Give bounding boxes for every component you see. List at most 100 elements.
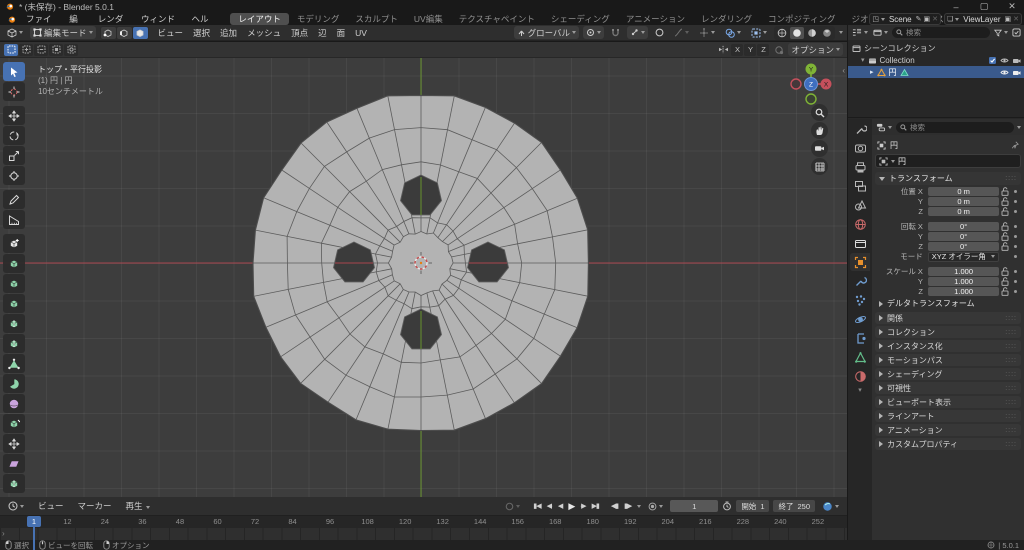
animate-dot-icon[interactable] <box>1011 225 1020 228</box>
tool-add-cube[interactable] <box>3 234 25 253</box>
tool-transform[interactable] <box>3 166 25 185</box>
tool-cursor-3d[interactable] <box>3 82 25 101</box>
panel-アニメーション[interactable]: アニメーション:::: <box>875 424 1021 436</box>
proportional-falloff-dropdown[interactable] <box>671 26 692 39</box>
app-menu-ヘルプ[interactable]: ヘルプ <box>184 13 220 25</box>
scene-selector[interactable]: ◳ Scene ✎ ▣ ✕ <box>869 13 941 25</box>
lock-open-icon[interactable] <box>999 207 1010 216</box>
delta-transform-panel-header[interactable]: デルタトランスフォーム <box>875 297 1021 310</box>
transform-orientation-dropdown[interactable]: グローバル <box>514 26 579 39</box>
panel-grip-icon[interactable]: :::: <box>1005 329 1017 336</box>
app-menu-ウィンドウ[interactable]: ウィンドウ <box>134 13 184 25</box>
mirror-y-toggle[interactable]: Y <box>744 44 756 56</box>
viewport-menu-メッシュ[interactable]: メッシュ <box>242 27 286 39</box>
tool-bevel[interactable] <box>3 294 25 313</box>
minimize-button[interactable]: – <box>950 2 962 12</box>
properties-tab-render[interactable] <box>850 139 870 157</box>
rotation-mode-dropdown[interactable]: XYZ オイラー角 <box>928 252 1000 262</box>
panel-モーションパス[interactable]: モーションパス:::: <box>875 354 1021 366</box>
select-op-set[interactable] <box>4 44 18 56</box>
workspace-tab-レンダリング[interactable]: レンダリング <box>693 13 760 25</box>
workspace-tab-テクスチャペイント[interactable]: テクスチャペイント <box>451 13 543 25</box>
panel-ラインアート[interactable]: ラインアート:::: <box>875 410 1021 422</box>
properties-tab-output[interactable] <box>850 158 870 176</box>
panel-grip-icon[interactable]: :::: <box>1005 399 1017 406</box>
frame-end-field[interactable]: 終了250 <box>773 500 815 512</box>
panel-grip-icon[interactable]: :::: <box>1005 315 1017 322</box>
timeline-editor-type-button[interactable] <box>5 500 27 513</box>
auto-keyframe-toggle[interactable] <box>645 500 666 513</box>
next-keyframe-button[interactable]: ∙▶ <box>578 502 587 510</box>
workspace-tab-UV編集[interactable]: UV編集 <box>406 13 451 25</box>
new-viewlayer-icon[interactable]: ▣ <box>1005 15 1012 23</box>
remove-viewlayer-icon[interactable]: ✕ <box>1013 15 1019 23</box>
playhead[interactable]: 1 <box>27 516 41 527</box>
timeline-ruler[interactable]: 1224364860728496108120132144156168180192… <box>0 515 847 528</box>
workspace-tab-アニメーション[interactable]: アニメーション <box>618 13 693 25</box>
mirror-z-toggle[interactable]: Z <box>757 44 769 56</box>
workspace-tab-コンポジティング[interactable]: コンポジティング <box>760 13 844 25</box>
viewport-menu-面[interactable]: 面 <box>332 27 351 39</box>
eye-icon[interactable] <box>1000 56 1009 65</box>
properties-tab-scene[interactable] <box>850 196 870 214</box>
animate-dot-icon[interactable] <box>1011 210 1020 213</box>
outliner-row-シーンコレクション[interactable]: シーンコレクション <box>848 42 1024 54</box>
timeline-track[interactable]: › <box>0 528 847 540</box>
panel-ビューポート表示[interactable]: ビューポート表示:::: <box>875 396 1021 408</box>
tool-rotate[interactable] <box>3 126 25 145</box>
shading-solid-button[interactable] <box>790 27 804 39</box>
properties-tab-world[interactable] <box>850 215 870 233</box>
mirror-x-toggle[interactable]: X <box>731 44 743 56</box>
panel-grip-icon[interactable]: :::: <box>1005 427 1017 434</box>
orthographic-toggle-button[interactable] <box>811 158 828 175</box>
properties-options-dropdown[interactable] <box>1017 126 1021 129</box>
value-field[interactable]: 0 m <box>928 197 999 206</box>
shading-wireframe-button[interactable] <box>775 27 789 39</box>
viewlayer-selector[interactable]: ❏ ViewLayer ▣ ✕ <box>944 13 1022 25</box>
panel-カスタムプロパティ[interactable]: カスタムプロパティ:::: <box>875 438 1021 450</box>
unlink-scene-icon[interactable]: ✕ <box>932 15 938 23</box>
current-frame-field[interactable]: 1 <box>670 500 718 512</box>
panel-関係[interactable]: 関係:::: <box>875 312 1021 324</box>
object-name-field[interactable]: 円 <box>875 154 1021 168</box>
timeline-menu-ビュー[interactable]: ビュー <box>31 500 71 512</box>
value-field[interactable]: 0° <box>928 242 999 251</box>
outliner-row-円[interactable]: ▸円 <box>848 66 1024 78</box>
panel-grip-icon[interactable]: :::: <box>1005 441 1017 448</box>
properties-tab-particles[interactable] <box>850 291 870 309</box>
prev-keyframe-button[interactable]: ◀∙ <box>545 502 554 510</box>
lock-open-icon[interactable] <box>999 287 1010 296</box>
properties-editor-type-button[interactable] <box>875 121 893 134</box>
animate-dot-icon[interactable] <box>1011 270 1020 273</box>
lock-open-icon[interactable] <box>999 197 1010 206</box>
xray-toggle[interactable] <box>748 26 770 39</box>
value-field[interactable]: 0° <box>928 232 999 241</box>
viewport-menu-追加[interactable]: 追加 <box>215 27 242 39</box>
options-dropdown[interactable]: オプション <box>788 43 843 56</box>
viewport-menu-UV[interactable]: UV <box>350 27 372 39</box>
lock-open-icon[interactable] <box>999 242 1010 251</box>
animate-dot-icon[interactable] <box>1011 190 1020 193</box>
tool-move[interactable] <box>3 106 25 125</box>
pan-button[interactable] <box>811 122 828 139</box>
panel-インスタンス化[interactable]: インスタンス化:::: <box>875 340 1021 352</box>
properties-tab-modifiers[interactable] <box>850 272 870 290</box>
panel-grip-icon[interactable]: :::: <box>1005 357 1017 364</box>
tool-smooth[interactable] <box>3 394 25 413</box>
overlays-dropdown[interactable] <box>722 26 744 39</box>
tabs-overflow-chevron[interactable]: ▾ <box>848 386 872 394</box>
animate-dot-icon[interactable] <box>1011 245 1020 248</box>
gizmo-dropdown[interactable] <box>696 26 718 39</box>
properties-tab-constraints[interactable] <box>850 329 870 347</box>
expand-closed-icon[interactable]: ▸ <box>870 68 874 76</box>
keying-dropdown[interactable] <box>637 505 641 508</box>
new-scene-icon[interactable]: ▣ <box>924 15 931 23</box>
snap-base-icon[interactable] <box>774 45 784 55</box>
value-field[interactable]: 0 m <box>928 187 999 196</box>
proportional-edit-toggle[interactable] <box>652 26 667 39</box>
workspace-tab-モデリング[interactable]: モデリング <box>289 13 348 25</box>
outliner-row-Collection[interactable]: ▾Collection <box>848 54 1024 66</box>
workspace-tab-スカルプト[interactable]: スカルプト <box>347 13 406 25</box>
use-preview-range-icon[interactable] <box>722 501 732 511</box>
workspace-tab-レイアウト[interactable]: レイアウト <box>230 13 289 25</box>
